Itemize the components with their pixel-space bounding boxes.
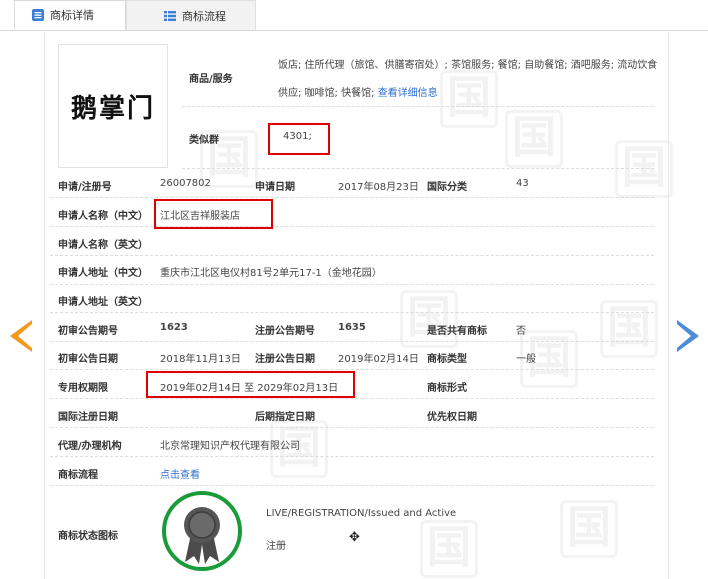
divider xyxy=(50,456,654,457)
divider xyxy=(50,255,654,256)
tm-form-label: 商标形式 xyxy=(427,383,467,394)
divider xyxy=(50,398,654,399)
divider xyxy=(50,226,654,227)
trademark-image: 鹅掌门 xyxy=(58,44,168,168)
prelim-no-value: 1623 xyxy=(160,322,188,333)
status-icon-label: 商标状态图标 xyxy=(58,531,118,542)
intl-reg-date-label: 国际注册日期 xyxy=(58,412,118,423)
prelim-date-value: 2018年11月13日 xyxy=(160,354,241,365)
prelim-no-label: 初审公告期号 xyxy=(58,326,118,337)
divider xyxy=(50,369,654,370)
prelim-date-label: 初审公告日期 xyxy=(58,354,118,365)
tm-type-value: 一般 xyxy=(516,354,536,365)
highlight-box-similar-group xyxy=(268,123,330,155)
agency-label: 代理/办理机构 xyxy=(58,441,122,452)
divider xyxy=(50,341,654,342)
highlight-box-exclusive-term xyxy=(146,371,355,398)
registered-status-badge-icon xyxy=(161,490,243,572)
divider xyxy=(50,284,654,285)
tm-type-label: 商标类型 xyxy=(427,354,467,365)
reg-no-label: 申请/注册号 xyxy=(58,182,112,193)
view-details-link[interactable]: 查看详细信息 xyxy=(378,88,438,99)
divider xyxy=(182,106,654,107)
previous-arrow-icon[interactable] xyxy=(10,320,32,352)
later-date-label: 后期指定日期 xyxy=(255,412,315,423)
applicant-en-label: 申请人名称（英文） xyxy=(58,240,148,251)
flow-label: 商标流程 xyxy=(58,470,98,481)
apply-date-label: 申请日期 xyxy=(255,182,295,193)
goods-services-text: 供应; 咖啡馆; 快餐馆; xyxy=(278,88,375,99)
goods-services-line-1: 饭店; 住所代理（旅馆、供膳寄宿处）; 茶馆服务; 餐馆; 自助餐馆; 酒吧服务… xyxy=(278,60,658,71)
list-icon xyxy=(163,9,177,23)
shared-label: 是否共有商标 xyxy=(427,326,487,337)
similar-group-label: 类似群 xyxy=(189,135,219,146)
reg-pub-date-value: 2019年02月14日 xyxy=(338,354,419,365)
highlight-box-applicant xyxy=(154,199,273,229)
address-cn-label: 申请人地址（中文） xyxy=(58,268,148,279)
apply-date-value: 2017年08月23日 xyxy=(338,182,419,193)
exclusive-term-label: 专用权期限 xyxy=(58,383,108,394)
divider xyxy=(50,312,654,313)
tab-trademark-flow[interactable]: 商标流程 xyxy=(126,0,256,30)
move-cursor-icon: ✥ xyxy=(349,530,360,545)
tab-trademark-details[interactable]: 商标详情 xyxy=(14,0,126,30)
tab-bar: 商标详情 商标流程 xyxy=(0,0,708,31)
applicant-cn-label: 申请人名称（中文） xyxy=(58,211,148,222)
goods-services-label: 商品/服务 xyxy=(189,74,233,85)
tab-label: 商标流程 xyxy=(182,9,226,23)
divider xyxy=(50,485,654,486)
intl-class-value: 43 xyxy=(516,178,529,189)
reg-no-value: 26007802 xyxy=(160,178,211,189)
flow-view-link[interactable]: 点击查看 xyxy=(160,466,200,481)
reg-pub-no-value: 1635 xyxy=(338,322,366,333)
address-cn-value: 重庆市江北区电仪村81号2单元17-1（金地花园） xyxy=(160,268,382,279)
divider xyxy=(50,197,654,198)
divider xyxy=(182,168,654,169)
reg-pub-no-label: 注册公告期号 xyxy=(255,326,315,337)
intl-class-label: 国际分类 xyxy=(427,182,467,193)
trademark-logo-text: 鹅掌门 xyxy=(70,93,155,124)
status-english: LIVE/REGISTRATION/Issued and Active xyxy=(266,508,457,519)
next-arrow-icon[interactable] xyxy=(677,320,699,352)
shared-value: 否 xyxy=(516,326,526,337)
address-en-label: 申请人地址（英文） xyxy=(58,297,148,308)
status-chinese: 注册 xyxy=(266,541,286,552)
document-icon xyxy=(31,8,45,22)
agency-value: 北京常理知识产权代理有限公司 xyxy=(160,441,300,452)
priority-date-label: 优先权日期 xyxy=(427,412,477,423)
reg-pub-date-label: 注册公告日期 xyxy=(255,354,315,365)
goods-services-line-2: 供应; 咖啡馆; 快餐馆; 查看详细信息 xyxy=(278,84,438,99)
tab-label: 商标详情 xyxy=(50,9,94,22)
divider xyxy=(50,427,654,428)
